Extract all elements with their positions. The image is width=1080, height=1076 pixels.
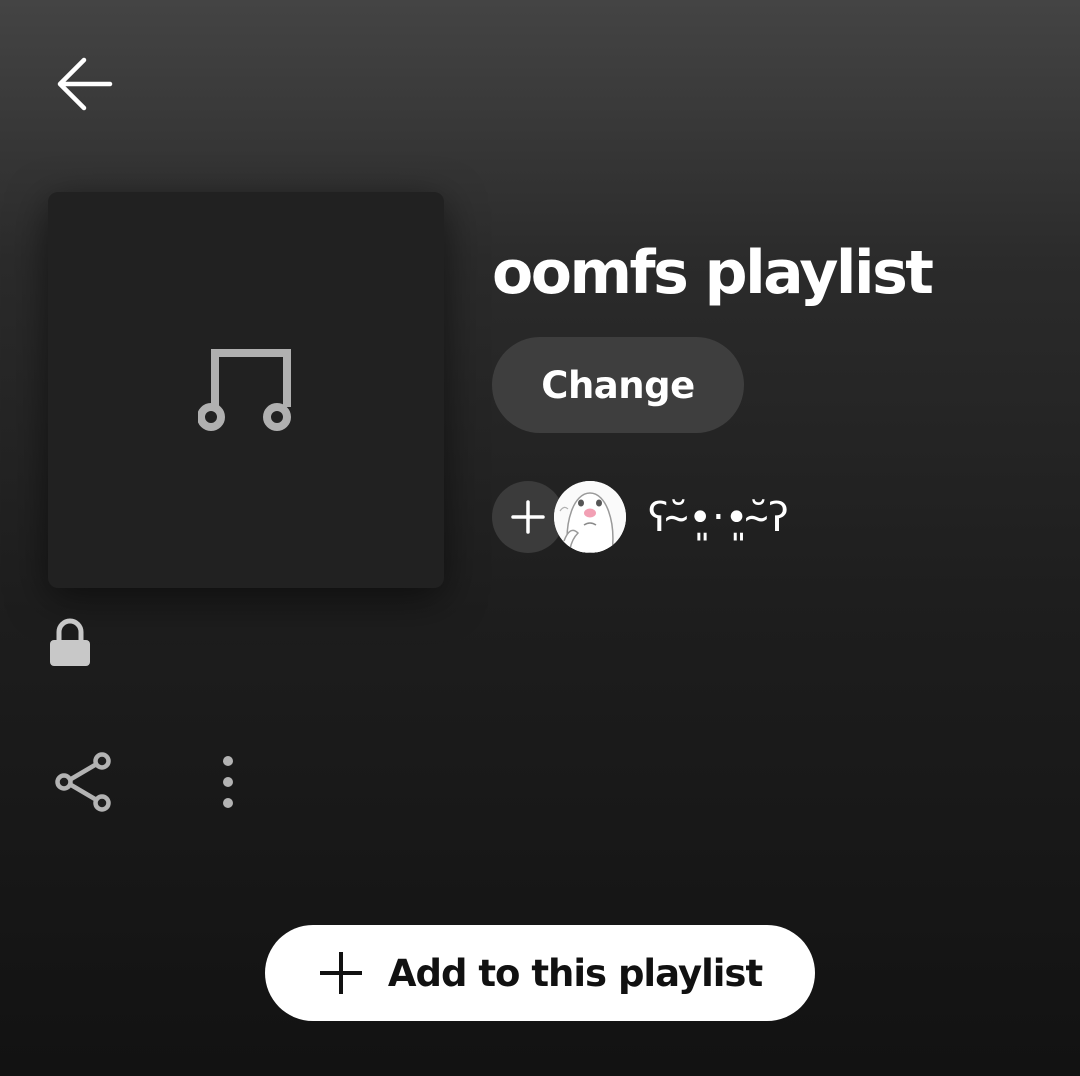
plus-icon (319, 952, 362, 994)
owner-avatar[interactable] (554, 481, 626, 553)
change-button[interactable]: Change (492, 337, 744, 433)
private-lock (44, 614, 96, 674)
plus-icon (511, 500, 545, 534)
add-to-playlist-label: Add to this playlist (387, 951, 763, 995)
arrow-left-icon (57, 57, 113, 111)
more-vertical-icon (223, 756, 233, 808)
more-options-button[interactable] (198, 742, 258, 822)
back-button[interactable] (44, 44, 124, 124)
share-icon (55, 752, 111, 812)
music-note-icon (198, 349, 291, 431)
share-button[interactable] (44, 742, 124, 822)
lock-icon (50, 618, 90, 666)
playlist-cover[interactable] (48, 192, 444, 588)
owner-name[interactable]: ʕ˘̴•͈‧•͈˘̴ʔ (648, 490, 789, 546)
avatar-image (554, 481, 626, 553)
add-to-playlist-button[interactable]: Add to this playlist (265, 925, 815, 1021)
playlist-title: oomfs playlist (492, 238, 934, 308)
